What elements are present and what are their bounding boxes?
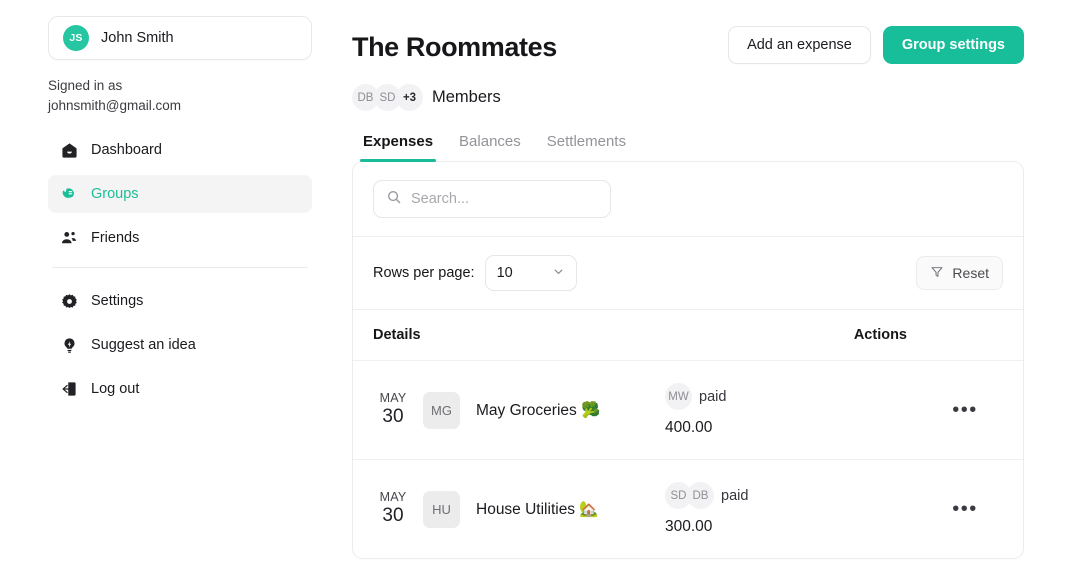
page-header: The Roommates Add an expense Group setti…	[352, 26, 1024, 64]
sidebar-item-log-out[interactable]: Log out	[48, 370, 312, 408]
expense-amount: 400.00	[665, 419, 713, 436]
table-header: Details Actions	[353, 309, 1023, 360]
expense-date-day: 30	[382, 504, 404, 526]
filter-icon	[930, 265, 944, 282]
member-avatar-overflow: +3	[396, 84, 423, 111]
members-label: Members	[432, 88, 501, 106]
page-title: The Roommates	[352, 32, 557, 62]
sidebar-item-label: Friends	[91, 230, 140, 247]
search-section	[353, 162, 1023, 236]
signed-in-email: johnsmith@gmail.com	[48, 97, 181, 113]
expense-amount: 300.00	[665, 518, 713, 535]
reset-button[interactable]: Reset	[916, 256, 1003, 290]
header-actions: Add an expense Group settings	[728, 26, 1024, 64]
signed-in-label: Signed in as	[48, 78, 123, 93]
member-avatar-stack[interactable]: DB SD +3	[352, 84, 423, 111]
sidebar-divider	[52, 267, 308, 269]
sidebar-item-label: Settings	[91, 293, 144, 310]
tab-bar: Expenses Balances Settlements	[352, 133, 1024, 162]
expense-date-month: MAY	[379, 390, 407, 405]
sidebar-item-friends[interactable]: Friends	[48, 219, 312, 257]
tab-expenses[interactable]: Expenses	[359, 133, 437, 162]
tab-balances[interactable]: Balances	[459, 133, 521, 161]
tab-settlements[interactable]: Settlements	[547, 133, 626, 161]
row-actions-button[interactable]: •••	[927, 499, 1003, 519]
sidebar-item-suggest-an-idea[interactable]: Suggest an idea	[48, 326, 312, 364]
primary-nav: Dashboard Groups Friends Settings Sugges…	[48, 131, 312, 408]
gear-icon	[60, 292, 78, 310]
payer-row: SD DB paid	[665, 482, 927, 509]
column-header-details: Details	[373, 327, 421, 343]
paid-label: paid	[699, 388, 727, 405]
logout-icon	[60, 380, 78, 398]
table-row[interactable]: MAY 30 HU House Utilities 🏡 SD DB paid 3…	[353, 459, 1023, 558]
search-field[interactable]	[373, 180, 611, 218]
sidebar-item-label: Dashboard	[91, 142, 162, 159]
row-actions-button[interactable]: •••	[927, 400, 1003, 420]
paid-label: paid	[721, 487, 749, 504]
sidebar: JS John Smith Signed in as johnsmith@gma…	[0, 0, 330, 566]
column-header-actions: Actions	[853, 327, 907, 343]
chevron-down-icon	[552, 265, 565, 282]
sidebar-item-settings[interactable]: Settings	[48, 282, 312, 320]
sidebar-item-label: Groups	[91, 186, 139, 203]
profile-card[interactable]: JS John Smith	[48, 16, 312, 60]
expense-date: MAY 30	[373, 390, 413, 429]
payer-avatar-stack: SD DB	[665, 482, 714, 509]
main-content: The Roommates Add an expense Group setti…	[330, 0, 1080, 566]
sidebar-item-label: Suggest an idea	[91, 337, 196, 354]
rows-per-page-select[interactable]: 10	[484, 255, 577, 291]
expense-avatar: HU	[423, 490, 460, 528]
group-settings-button[interactable]: Group settings	[882, 26, 1024, 64]
search-input[interactable]	[411, 191, 598, 207]
table-row[interactable]: MAY 30 MG May Groceries 🥦 MW paid 400.00…	[353, 360, 1023, 459]
sidebar-item-dashboard[interactable]: Dashboard	[48, 131, 312, 169]
members-row: DB SD +3 Members	[352, 84, 1024, 111]
lightbulb-icon	[60, 336, 78, 354]
expense-date: MAY 30	[373, 489, 413, 528]
expense-date-day: 30	[382, 405, 404, 427]
rows-per-page-value: 10	[496, 265, 513, 281]
expense-paid-block: SD DB paid 300.00	[665, 482, 927, 536]
expense-name: May Groceries 🥦	[476, 401, 601, 419]
payer-avatar-stack: MW	[665, 383, 692, 410]
expense-paid-block: MW paid 400.00	[665, 383, 927, 437]
add-expense-button[interactable]: Add an expense	[728, 26, 871, 64]
payer-avatar: DB	[687, 482, 714, 509]
toolbar-section: Rows per page: 10 Reset	[353, 236, 1023, 309]
groups-icon	[60, 185, 78, 203]
sidebar-item-label: Log out	[91, 381, 140, 398]
app-root: JS John Smith Signed in as johnsmith@gma…	[0, 0, 1080, 566]
avatar: JS	[63, 25, 89, 51]
payer-avatar: MW	[665, 383, 692, 410]
search-icon	[386, 189, 402, 210]
dashboard-icon	[60, 141, 78, 159]
friends-icon	[60, 229, 78, 247]
expense-name: House Utilities 🏡	[476, 500, 599, 518]
expense-avatar: MG	[423, 391, 460, 429]
payer-row: MW paid	[665, 383, 927, 410]
profile-name: John Smith	[101, 30, 174, 46]
expense-date-month: MAY	[379, 489, 407, 504]
rows-per-page-label: Rows per page:	[373, 265, 475, 281]
signed-in-block: Signed in as johnsmith@gmail.com	[48, 76, 312, 115]
expenses-card: Rows per page: 10 Reset	[352, 161, 1024, 559]
reset-label: Reset	[952, 265, 989, 281]
sidebar-item-groups[interactable]: Groups	[48, 175, 312, 214]
